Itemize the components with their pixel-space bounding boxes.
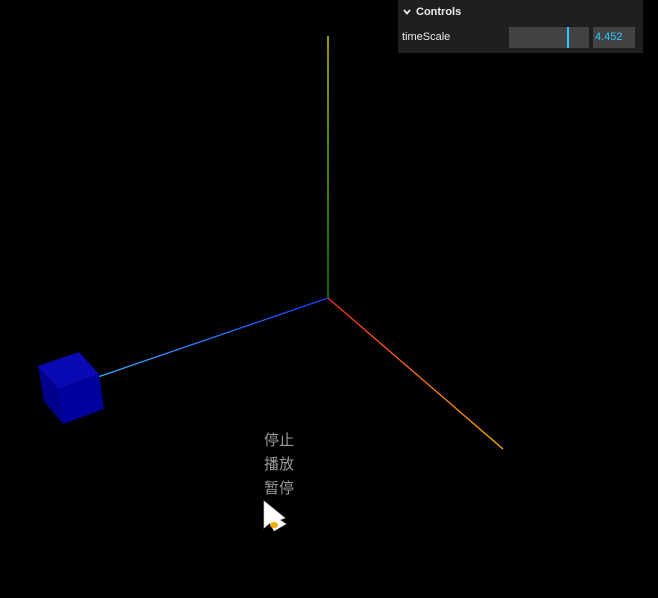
timescale-number-input[interactable]: 4.452 bbox=[593, 26, 635, 48]
timescale-label: timeScale bbox=[402, 31, 451, 43]
axis-z-line bbox=[91, 297, 329, 380]
controls-panel: Controls timeScale 4.452 bbox=[398, 0, 643, 53]
play-button[interactable]: 播放 bbox=[264, 454, 294, 474]
controls-panel-title[interactable]: Controls bbox=[398, 0, 643, 24]
controls-title-text: Controls bbox=[416, 6, 462, 18]
chevron-down-icon[interactable] bbox=[402, 7, 412, 17]
scene-viewport[interactable] bbox=[0, 0, 658, 598]
playback-menu: 停止 播放 暂停 bbox=[264, 430, 294, 498]
cursor-arrow-icon bbox=[263, 500, 287, 532]
timescale-slider[interactable] bbox=[509, 26, 589, 48]
axis-x-line bbox=[327, 297, 504, 450]
timescale-slider-fill bbox=[509, 26, 570, 48]
stop-button[interactable]: 停止 bbox=[264, 430, 294, 450]
threejs-canvas[interactable]: Controls timeScale 4.452 停止 播放 暂停 bbox=[0, 0, 658, 598]
controller-row-timescale: timeScale 4.452 bbox=[398, 24, 643, 50]
cube[interactable] bbox=[38, 352, 104, 424]
pause-button[interactable]: 暂停 bbox=[264, 478, 294, 498]
